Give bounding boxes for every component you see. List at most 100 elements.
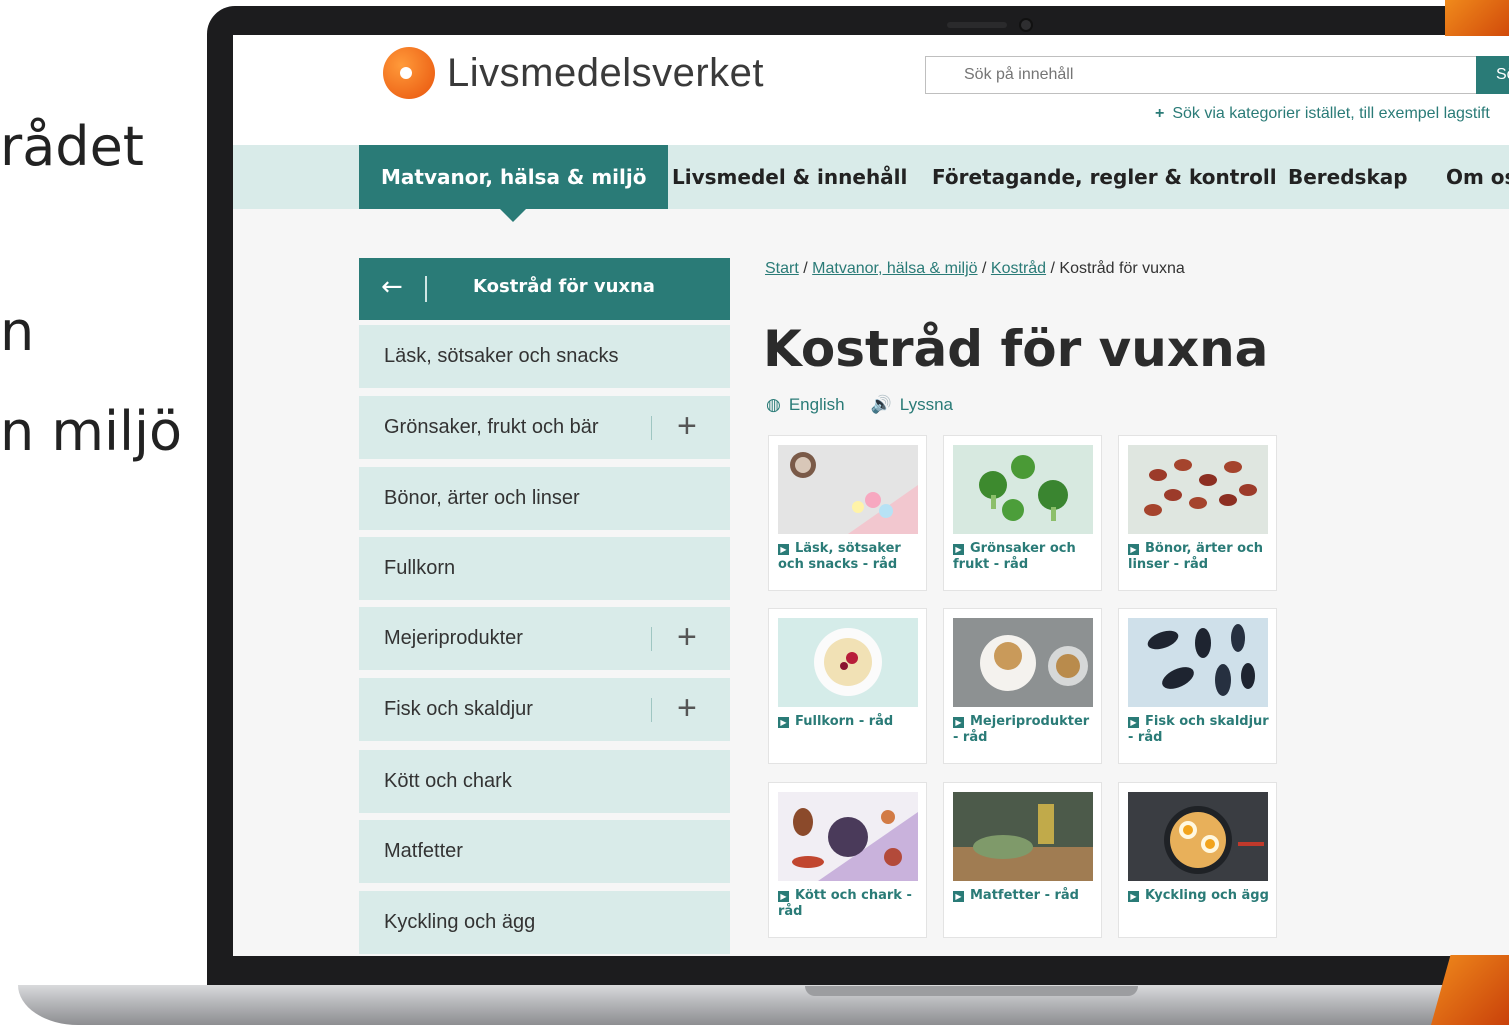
sidebar-item-fisk[interactable]: Fisk och skaldjur + [359,678,730,741]
sidebar-item-mejeri[interactable]: Mejeriprodukter + [359,607,730,670]
card-caption-text: Fisk och skaldjur - råd [1128,714,1269,745]
sidebar-item-label: Läsk, sötsaker och snacks [384,345,619,367]
arrow-right-icon: ▶ [953,891,964,902]
sidebar-item-kyckling[interactable]: Kyckling och ägg [359,891,730,954]
sidebar-item-label: Bönor, ärter och linser [384,487,580,509]
card-caption: ▶ Bönor, ärter och linser - råd [1128,541,1270,573]
browser-screen: Livsmedelsverket Sö + Sök via kategorier … [233,35,1509,956]
divider [651,416,652,440]
broccoli-image [953,445,1093,534]
sidebar-item-label: Kött och chark [384,770,512,792]
card-caption-text: Matfetter - råd [970,888,1079,903]
card-caption: ▶ Mejeriprodukter - råd [953,714,1095,746]
breadcrumb-separator: / [1050,260,1055,277]
card-caption: ▶ Kyckling och ägg [1128,888,1270,904]
arrow-right-icon: ▶ [778,717,789,728]
sidebar-item-lask[interactable]: Läsk, sötsaker och snacks [359,325,730,388]
site-logo[interactable]: Livsmedelsverket [383,47,764,99]
sidebar-header[interactable]: ← Kostråd för vuxna [359,258,730,320]
expand-plus-icon[interactable]: + [677,688,697,728]
arrow-right-icon: ▶ [953,544,964,555]
card-gronsaker[interactable]: ▶ Grönsaker och frukt - råd [943,435,1102,591]
site-header: Livsmedelsverket Sö + Sök via kategorier … [233,35,1509,145]
sidebar-item-label: Matfetter [384,840,463,862]
oil-image [953,792,1093,881]
search-button[interactable]: Sö [1476,56,1509,94]
sidebar-item-label: Fisk och skaldjur [384,698,533,720]
laptop-notch [805,986,1138,996]
breadcrumb-separator: / [803,260,808,277]
breadcrumb-link-start[interactable]: Start [765,260,799,277]
sidebar-item-gronsaker[interactable]: Grönsaker, frukt och bär + [359,396,730,459]
page-title: Kostråd för vuxna [763,320,1269,378]
card-caption-text: Läsk, sötsaker och snacks - råd [778,541,901,572]
sidebar-title: Kostråd för vuxna [473,276,655,297]
candy-image [778,445,918,534]
active-nav-caret [500,209,526,222]
breadcrumb-link-kostrad[interactable]: Kostråd [991,260,1046,277]
card-caption-text: Fullkorn - råd [795,714,894,729]
card-caption: ▶ Matfetter - råd [953,888,1095,904]
divider [425,276,427,302]
grains-image [778,618,918,707]
expand-plus-icon[interactable]: + [677,406,697,446]
sidebar-item-kott[interactable]: Kött och chark [359,750,730,813]
category-search-link[interactable]: + Sök via kategorier istället, till exemp… [1155,105,1490,123]
logo-icon [383,47,435,99]
language-row: ◍ English 🔊 Lyssna [766,395,953,415]
english-link[interactable]: ◍ English [766,395,845,415]
card-caption-text: Bönor, ärter och linser - råd [1128,541,1264,572]
category-search-label: Sök via kategorier istället, till exempe… [1172,105,1490,122]
meat-image [778,792,918,881]
ramen-image [1128,792,1268,881]
search-field[interactable] [925,56,1477,94]
card-kott[interactable]: ▶ Kött och chark - råd [768,782,927,938]
sidebar-item-label: Grönsaker, frukt och bär [384,416,599,438]
breadcrumb-link-matvanor[interactable]: Matvanor, hälsa & miljö [812,260,977,277]
sidebar-item-fullkorn[interactable]: Fullkorn [359,537,730,600]
breadcrumb-current: Kostråd för vuxna [1059,260,1185,277]
card-caption-text: Grönsaker och frukt - råd [953,541,1076,572]
card-caption-text: Kyckling och ägg [1145,888,1269,903]
card-caption: ▶ Fullkorn - råd [778,714,920,730]
arrow-right-icon: ▶ [953,717,964,728]
card-bonor[interactable]: ▶ Bönor, ärter och linser - råd [1118,435,1277,591]
logo-text: Livsmedelsverket [447,50,765,95]
sidebar-item-label: Kyckling och ägg [384,911,536,933]
card-caption-text: Mejeriprodukter - råd [953,714,1090,745]
card-kyckling[interactable]: ▶ Kyckling och ägg [1118,782,1277,938]
main-nav: Matvanor, hälsa & miljö Livsmedel & inne… [233,145,1509,209]
nav-item-matvanor[interactable]: Matvanor, hälsa & miljö [359,145,669,209]
nav-item-beredskap[interactable]: Beredskap [1288,145,1408,209]
listen-label: Lyssna [899,395,954,414]
card-mejeri[interactable]: ▶ Mejeriprodukter - råd [943,608,1102,764]
yogurt-image [953,618,1093,707]
expand-plus-icon[interactable]: + [677,617,697,657]
sidebar-item-matfetter[interactable]: Matfetter [359,820,730,883]
card-fisk[interactable]: ▶ Fisk och skaldjur - råd [1118,608,1277,764]
laptop-base [18,985,1509,1025]
mussels-image [1128,618,1268,707]
speaker-icon: 🔊 [870,395,892,414]
search-input[interactable] [926,57,1476,93]
nav-item-foretagande[interactable]: Företagande, regler & kontroll [932,145,1277,209]
nav-item-om-oss[interactable]: Om os [1446,145,1509,209]
back-arrow-icon[interactable]: ← [381,272,403,302]
card-matfetter[interactable]: ▶ Matfetter - råd [943,782,1102,938]
card-fullkorn[interactable]: ▶ Fullkorn - råd [768,608,927,764]
card-caption-text: Kött och chark - råd [778,888,912,919]
english-label: English [788,395,845,414]
card-caption: ▶ Kött och chark - råd [778,888,920,920]
slide-text-fragment-2: n [0,300,35,363]
sidebar-item-label: Fullkorn [384,557,456,579]
arrow-right-icon: ▶ [1128,717,1139,728]
card-lask[interactable]: ▶ Läsk, sötsaker och snacks - råd [768,435,927,591]
nav-item-livsmedel[interactable]: Livsmedel & innehåll [672,145,907,209]
breadcrumb-separator: / [982,260,987,277]
sidebar-item-bonor[interactable]: Bönor, ärter och linser [359,467,730,530]
webcam-icon [1019,18,1033,32]
arrow-right-icon: ▶ [1128,891,1139,902]
divider [651,627,652,651]
arrow-right-icon: ▶ [1128,544,1139,555]
listen-link[interactable]: 🔊 Lyssna [871,395,953,415]
